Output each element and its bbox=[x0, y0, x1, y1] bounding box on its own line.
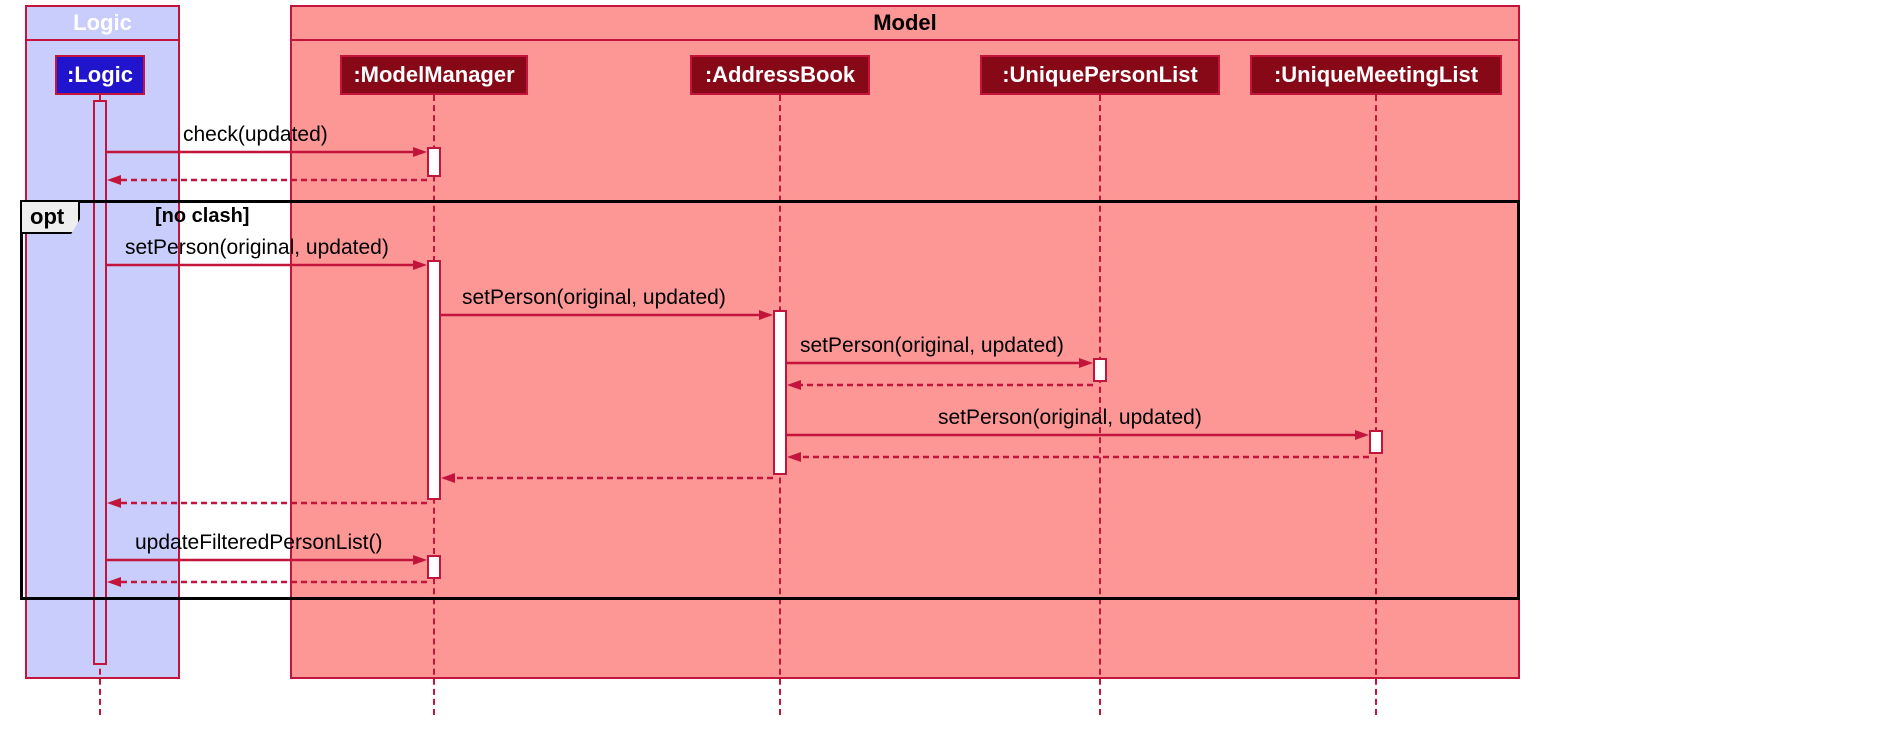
addressbook-activation-setperson bbox=[773, 310, 787, 475]
setperson3-return-arrow bbox=[787, 380, 1093, 392]
update-call-arrow bbox=[107, 555, 427, 567]
setperson2-label: setPerson(original, updated) bbox=[462, 286, 726, 310]
setperson1-call-arrow bbox=[107, 260, 427, 272]
setperson4-call-arrow bbox=[787, 430, 1369, 442]
setperson3-call-arrow bbox=[787, 358, 1093, 370]
updatefilteredpersonlist-label: updateFilteredPersonList() bbox=[135, 531, 382, 555]
logic-participant: :Logic bbox=[55, 55, 145, 95]
check-return-arrow bbox=[107, 175, 427, 187]
addressbook-participant-label: :AddressBook bbox=[705, 62, 855, 88]
uniquepersonlist-activation bbox=[1093, 358, 1107, 382]
setperson2-call-arrow bbox=[441, 310, 773, 322]
modelmanager-return-arrow bbox=[107, 498, 427, 510]
setperson4-label: setPerson(original, updated) bbox=[938, 406, 1202, 430]
uniquemeetinglist-activation bbox=[1369, 430, 1383, 454]
setperson1-label: setPerson(original, updated) bbox=[125, 236, 389, 260]
uniquepersonlist-participant-label: :UniquePersonList bbox=[1002, 62, 1198, 88]
model-group-box: Model bbox=[290, 5, 1520, 41]
uniquepersonlist-participant: :UniquePersonList bbox=[980, 55, 1220, 95]
addressbook-participant: :AddressBook bbox=[690, 55, 870, 95]
logic-group-box: Logic bbox=[25, 5, 180, 41]
modelmanager-activation-update bbox=[427, 555, 441, 579]
uniquemeetinglist-participant: :UniqueMeetingList bbox=[1250, 55, 1502, 95]
opt-fragment-guard: [no clash] bbox=[155, 205, 249, 228]
update-return-arrow bbox=[107, 577, 427, 589]
opt-fragment-label: opt bbox=[20, 200, 80, 234]
model-group-label: Model bbox=[873, 10, 937, 36]
uniquemeetinglist-participant-label: :UniqueMeetingList bbox=[1274, 62, 1478, 88]
modelmanager-participant: :ModelManager bbox=[340, 55, 528, 95]
setperson4-return-arrow bbox=[787, 452, 1369, 464]
check-message-label: check(updated) bbox=[183, 123, 328, 147]
modelmanager-participant-label: :ModelManager bbox=[353, 62, 514, 88]
logic-participant-label: :Logic bbox=[67, 62, 133, 88]
modelmanager-activation-setperson bbox=[427, 260, 441, 500]
setperson3-label: setPerson(original, updated) bbox=[800, 334, 1064, 358]
logic-group-label: Logic bbox=[73, 10, 132, 36]
addressbook-return-arrow bbox=[441, 473, 773, 485]
modelmanager-activation-check bbox=[427, 147, 441, 177]
sequence-diagram: Logic Model :Logic :ModelManager :Addres… bbox=[0, 0, 1881, 752]
check-call-arrow bbox=[107, 147, 427, 159]
